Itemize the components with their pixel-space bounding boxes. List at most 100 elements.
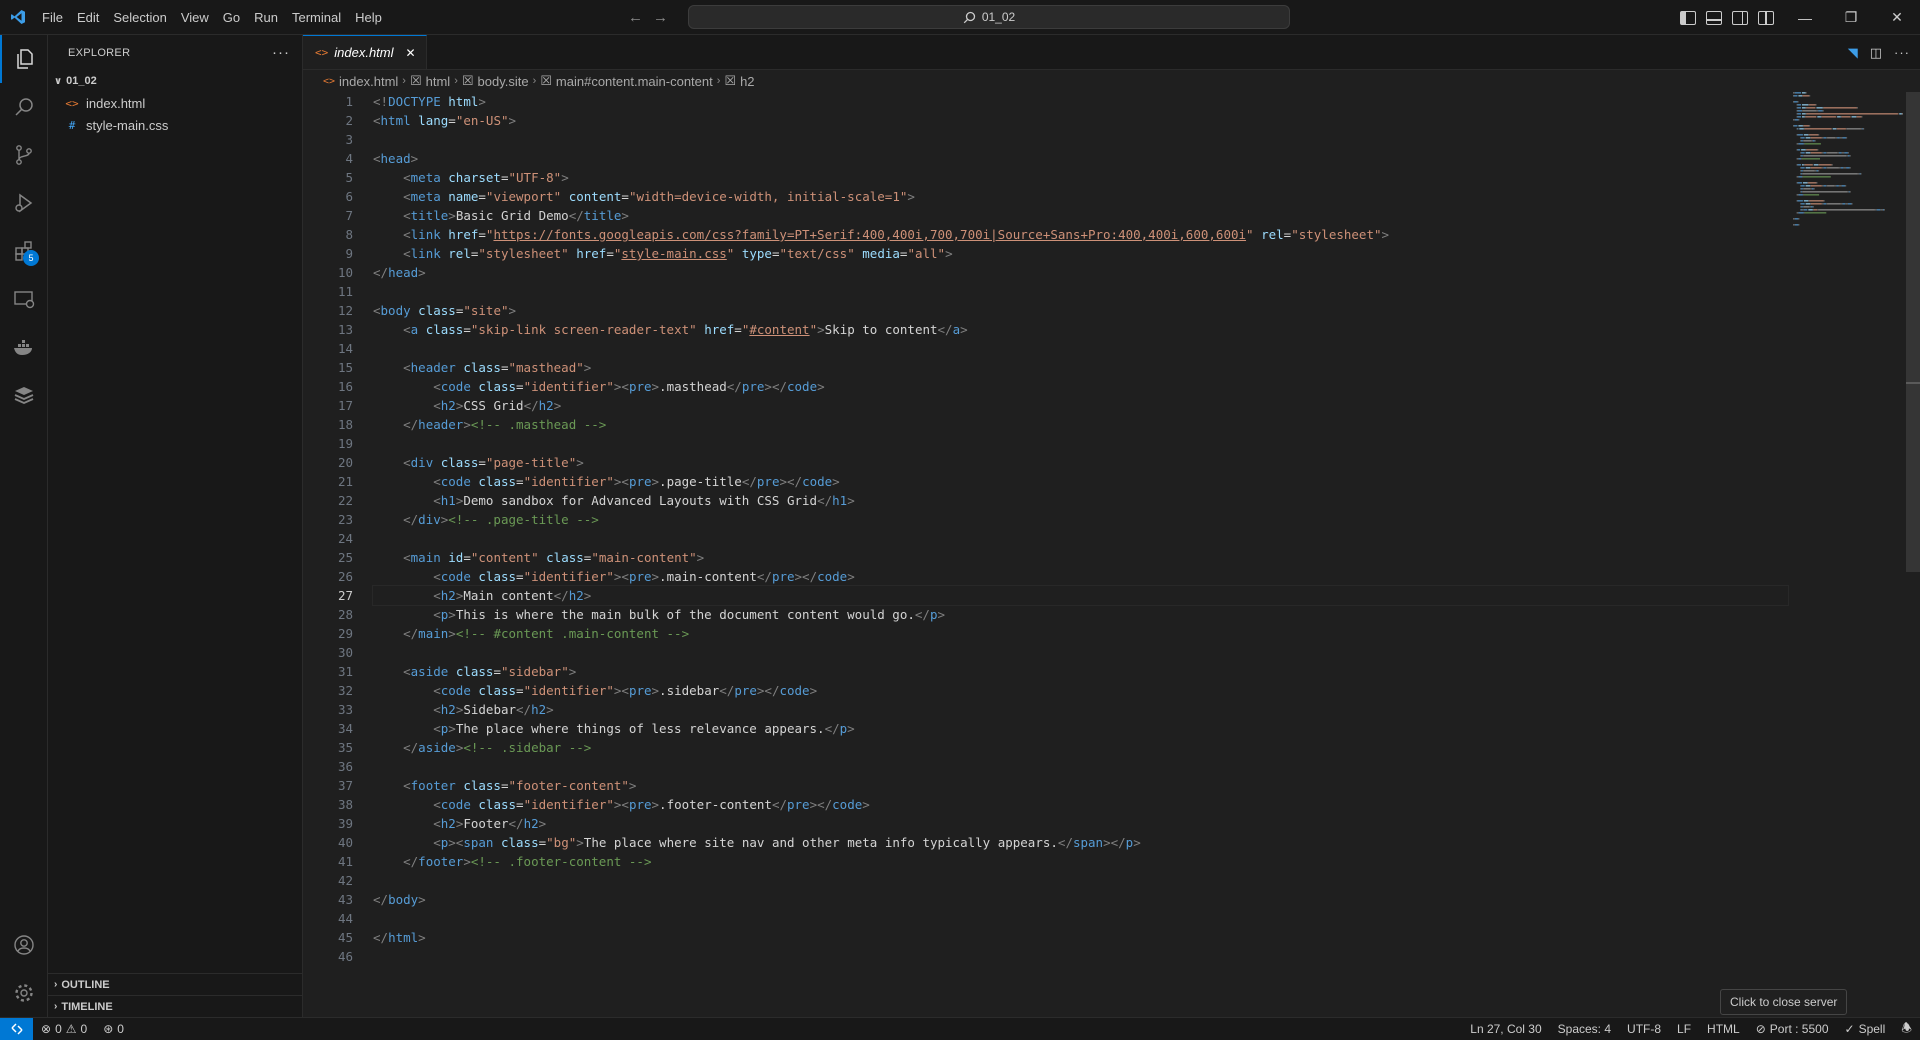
code-line[interactable]: <p><span class="bg">The place where site… — [373, 833, 1788, 852]
code-line[interactable]: <!DOCTYPE html> — [373, 92, 1788, 111]
live-server-port[interactable]: ⊘ Port : 5500 — [1748, 1018, 1837, 1040]
file-item-index-html[interactable]: <> index.html — [48, 92, 302, 114]
menu-edit[interactable]: Edit — [70, 0, 106, 35]
code-line[interactable]: <meta name="viewport" content="width=dev… — [373, 187, 1788, 206]
menu-file[interactable]: File — [35, 0, 70, 35]
code-line[interactable]: </div><!-- .page-title --> — [373, 510, 1788, 529]
indentation[interactable]: Spaces: 4 — [1550, 1018, 1619, 1040]
problems-status[interactable]: ⊗ 0 ⚠ 0 — [33, 1018, 95, 1040]
language-mode[interactable]: HTML — [1699, 1018, 1748, 1040]
code-lines[interactable]: <!DOCTYPE html> <html lang="en-US"> <head>… — [372, 92, 1789, 966]
outline-section[interactable]: › OUTLINE — [48, 973, 303, 995]
code-line[interactable]: <h1>Demo sandbox for Advanced Layouts wi… — [373, 491, 1788, 510]
code-line[interactable]: </html> — [373, 928, 1788, 947]
code-line[interactable] — [373, 643, 1788, 662]
code-line[interactable]: <link href= "https://fonts.googleapis.com… — [373, 225, 1788, 244]
folder-row[interactable]: ∨ 01_02 — [48, 70, 302, 92]
scrollbar-thumb[interactable] — [1906, 92, 1920, 572]
more-actions-icon[interactable]: ··· — [272, 44, 290, 61]
code-line[interactable]: <p>The place where things of less releva… — [373, 719, 1788, 738]
ports-status[interactable]: ⊛ 0 — [95, 1018, 132, 1040]
code-line[interactable]: <h2>Sidebar</h2> — [373, 700, 1788, 719]
accounts-icon[interactable] — [0, 921, 48, 969]
minimap[interactable] — [1793, 92, 1903, 292]
back-arrow-icon[interactable]: ← — [628, 9, 643, 26]
code-line[interactable]: <header class="masthead"> — [373, 358, 1788, 377]
code-line[interactable]: <div class="page-title"> — [373, 453, 1788, 472]
menu-go[interactable]: Go — [216, 0, 247, 35]
code-line[interactable] — [373, 282, 1788, 301]
breadcrumb-item[interactable]: ☒ body.site — [462, 73, 529, 89]
file-item-style-main-css[interactable]: # style-main.css — [48, 114, 302, 136]
code-line[interactable]: <html lang="en-US"> — [373, 111, 1788, 130]
menu-view[interactable]: View — [174, 0, 216, 35]
code-line[interactable] — [373, 434, 1788, 453]
notifications-bell-icon[interactable]: 🕭 — [1893, 1018, 1920, 1040]
code-line[interactable]: <link rel="stylesheet" href="style-main.… — [373, 244, 1788, 263]
code-line[interactable]: <main id="content" class="main-content"> — [373, 548, 1788, 567]
code-line[interactable]: </head> — [373, 263, 1788, 282]
code-line[interactable]: <code class="identifier"><pre>.sidebar</… — [373, 681, 1788, 700]
vertical-scrollbar[interactable] — [1906, 92, 1920, 1017]
toggle-secondary-sidebar-icon[interactable] — [1732, 10, 1748, 25]
layers-icon[interactable] — [0, 371, 48, 419]
code-line[interactable]: <footer class="footer-content"> — [373, 776, 1788, 795]
toggle-panel-icon[interactable] — [1706, 10, 1722, 25]
code-line[interactable]: </body> — [373, 890, 1788, 909]
extensions-icon[interactable]: 5 — [0, 227, 48, 275]
code-line[interactable]: <head> — [373, 149, 1788, 168]
code-line[interactable]: <title>Basic Grid Demo</title> — [373, 206, 1788, 225]
docker-icon[interactable] — [0, 323, 48, 371]
restore-button[interactable]: ❐ — [1828, 0, 1874, 35]
split-editor-icon[interactable]: ◫ — [1870, 45, 1882, 61]
breadcrumb-item[interactable]: <> index.html — [323, 74, 398, 89]
settings-gear-icon[interactable] — [0, 969, 48, 1017]
end-of-line[interactable]: LF — [1669, 1018, 1699, 1040]
code-line[interactable]: <aside class="sidebar"> — [373, 662, 1788, 681]
code-line[interactable]: <h2>Main content</h2> — [372, 585, 1789, 606]
tab-index-html[interactable]: <> index.html ✕ — [303, 35, 427, 69]
source-control-icon[interactable] — [0, 131, 48, 179]
code-line[interactable] — [373, 529, 1788, 548]
minimize-button[interactable]: — — [1782, 0, 1828, 35]
code-line[interactable] — [373, 757, 1788, 776]
code-line[interactable]: </footer><!-- .footer-content --> — [373, 852, 1788, 871]
code-line[interactable]: <code class="identifier"><pre>.footer-co… — [373, 795, 1788, 814]
menu-selection[interactable]: Selection — [106, 0, 173, 35]
code-line[interactable]: <a class="skip-link screen-reader-text" … — [373, 320, 1788, 339]
code-line[interactable]: </header><!-- .masthead --> — [373, 415, 1788, 434]
code-line[interactable]: <h2>CSS Grid</h2> — [373, 396, 1788, 415]
code-line[interactable]: <p>This is where the main bulk of the do… — [373, 605, 1788, 624]
encoding[interactable]: UTF-8 — [1619, 1018, 1669, 1040]
code-line[interactable]: <code class="identifier"><pre>.masthead<… — [373, 377, 1788, 396]
code-line[interactable] — [373, 130, 1788, 149]
code-line[interactable]: <body class="site"> — [373, 301, 1788, 320]
code-line[interactable] — [373, 947, 1788, 966]
toggle-primary-sidebar-icon[interactable] — [1680, 10, 1696, 25]
search-icon[interactable] — [0, 83, 48, 131]
code-line[interactable] — [373, 339, 1788, 358]
code-line[interactable]: <code class="identifier"><pre>.page-titl… — [373, 472, 1788, 491]
menu-run[interactable]: Run — [247, 0, 285, 35]
breadcrumb-item[interactable]: ☒ h2 — [724, 73, 754, 89]
breadcrumb-item[interactable]: ☒ main#content.main-content — [540, 73, 712, 89]
code-line[interactable]: </main><!-- #content .main-content --> — [373, 624, 1788, 643]
code-line[interactable]: <meta charset="UTF-8"> — [373, 168, 1788, 187]
breadcrumb-item[interactable]: ☒ html — [410, 73, 450, 89]
explorer-icon[interactable] — [0, 35, 48, 83]
close-window-button[interactable]: ✕ — [1874, 0, 1920, 35]
forward-arrow-icon[interactable]: → — [653, 9, 668, 26]
code-line[interactable] — [373, 871, 1788, 890]
code-line[interactable]: <h2>Footer</h2> — [373, 814, 1788, 833]
menu-help[interactable]: Help — [348, 0, 389, 35]
customize-layout-icon[interactable] — [1758, 10, 1774, 25]
more-actions-icon[interactable]: ··· — [1894, 45, 1910, 60]
remote-explorer-icon[interactable] — [0, 275, 48, 323]
open-preview-icon[interactable]: ◥ — [1848, 45, 1858, 61]
code-line[interactable]: </aside><!-- .sidebar --> — [373, 738, 1788, 757]
command-center[interactable]: 01_02 — [688, 5, 1290, 29]
code-line[interactable]: <code class="identifier"><pre>.main-cont… — [373, 567, 1788, 586]
code-line[interactable] — [373, 909, 1788, 928]
remote-indicator-button[interactable] — [0, 1018, 33, 1040]
menu-terminal[interactable]: Terminal — [285, 0, 348, 35]
